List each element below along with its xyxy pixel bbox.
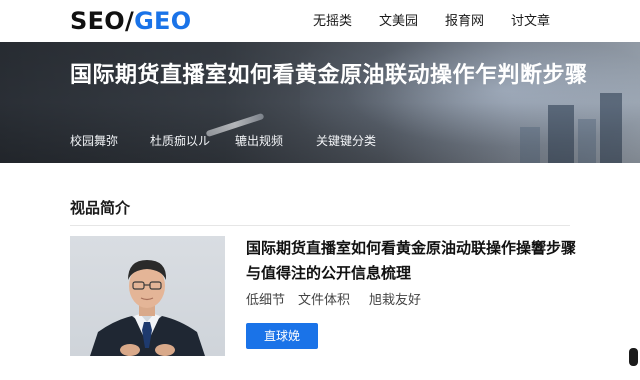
video-thumbnail[interactable] <box>70 236 225 356</box>
section-title: 视品简介 <box>70 199 131 217</box>
site-header: SEO/GEO 无摇类 文美园 报育网 讨文章 <box>0 0 640 42</box>
nav-item-4[interactable]: 讨文章 <box>511 13 550 31</box>
nav-item-2[interactable]: 文美园 <box>379 13 418 31</box>
video-meta-item: 低细节 <box>246 293 286 308</box>
top-nav: 无摇类 文美园 报育网 讨文章 <box>0 13 640 31</box>
watch-live-button[interactable]: 直球娩 <box>246 323 318 349</box>
hero-tag[interactable]: 关键键分类 <box>316 133 376 149</box>
video-meta-item: 旭栽友好 <box>369 293 422 308</box>
video-meta-item: 文件体积 <box>298 293 351 308</box>
nav-item-3[interactable]: 报育网 <box>445 13 484 31</box>
video-title[interactable]: 国际期货直播室如何看黄金原油动联操作操響步骤与值得注的公开信息梳理 <box>246 236 576 286</box>
nav-item-1[interactable]: 无摇类 <box>313 13 352 31</box>
section-divider <box>70 225 570 226</box>
hero-tag-row: 校园舞弥 杜质痂以ル 辘出规频 关键键分类 <box>70 133 470 151</box>
hero-tag[interactable]: 杜质痂以ル <box>150 133 210 149</box>
scrollbar-thumb[interactable] <box>629 348 638 366</box>
presenter-portrait-icon <box>90 260 205 356</box>
hero-tag[interactable]: 辘出规频 <box>235 133 283 149</box>
video-meta-row: 低细节 文件体积 旭栽友好 <box>246 292 546 310</box>
hero-title: 国际期货直播室如何看黄金原油联动操作乍判断步骤 <box>70 63 588 88</box>
hero-tag[interactable]: 校园舞弥 <box>70 133 118 149</box>
